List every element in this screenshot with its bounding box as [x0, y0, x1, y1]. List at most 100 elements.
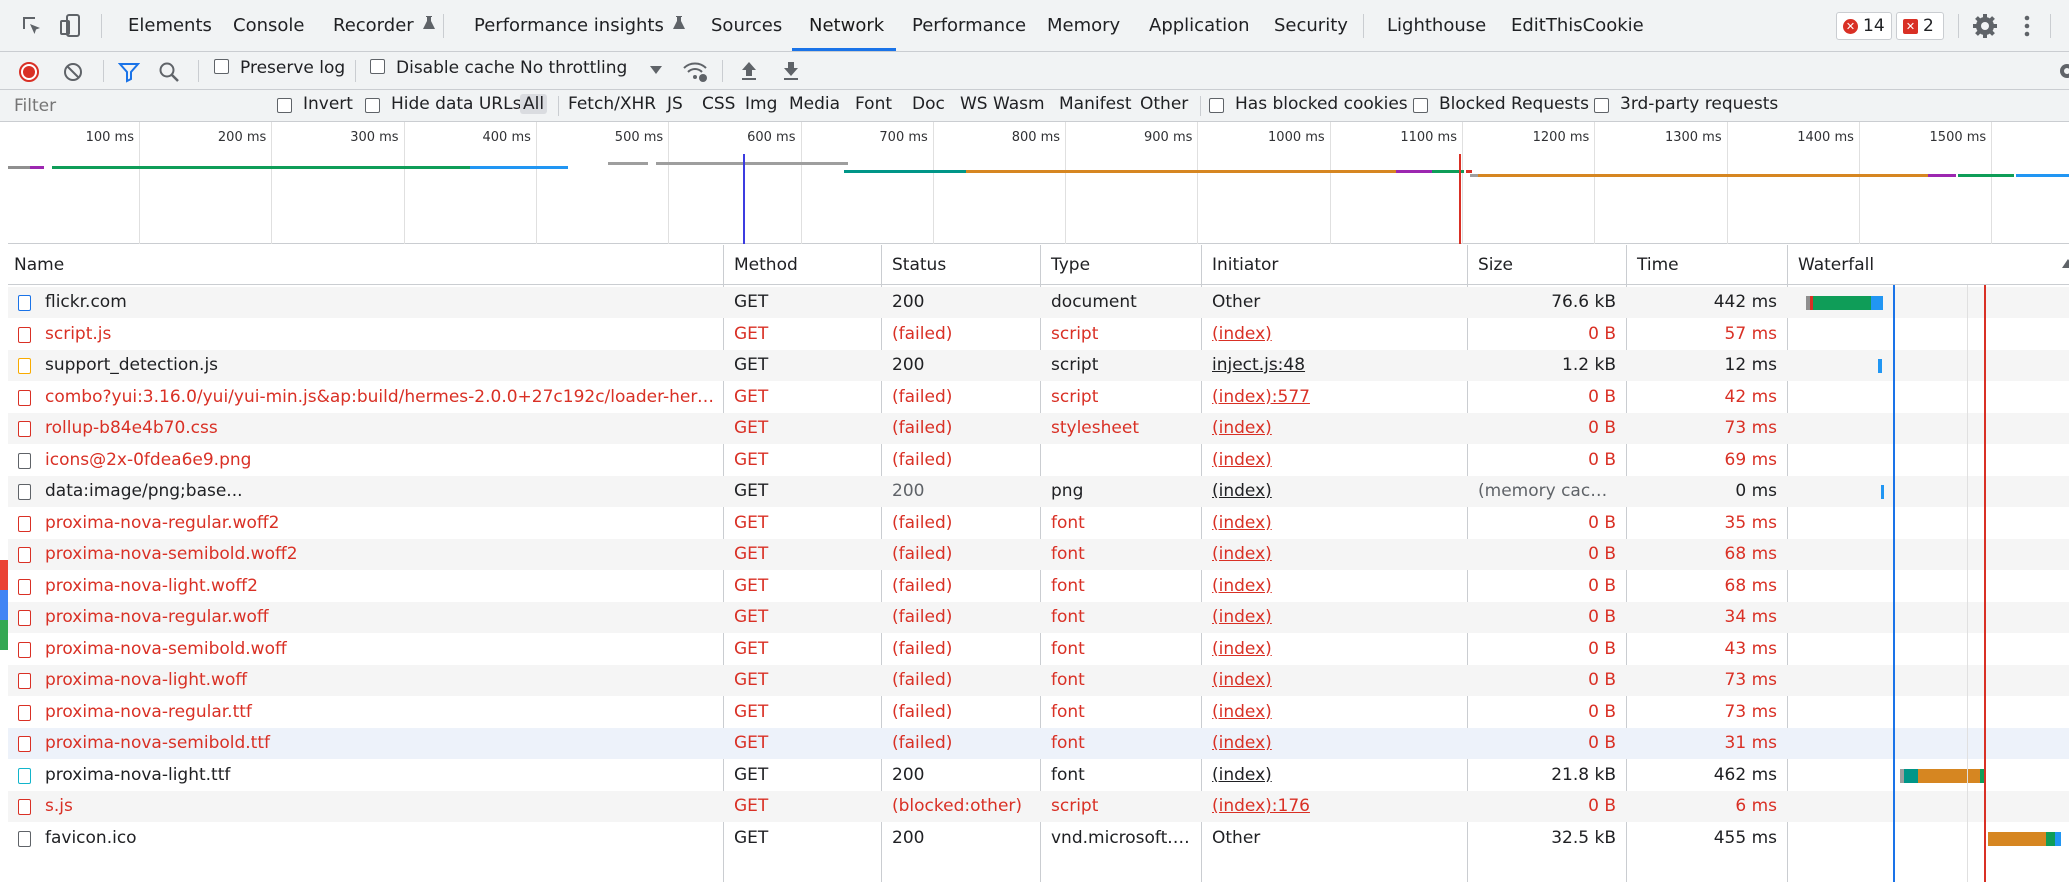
table-row[interactable]: proxima-nova-light.woff2 GET (failed) font (…	[8, 571, 2069, 602]
blocked-requests-checkbox[interactable]	[1413, 98, 1428, 113]
search-button[interactable]	[158, 61, 180, 83]
error-badge[interactable]: ✕ 14	[1836, 12, 1892, 40]
table-row[interactable]: favicon.ico GET 200 vnd.microsoft.icon Other…	[8, 823, 2069, 854]
cell-initiator[interactable]: (index)	[1212, 760, 1458, 791]
cell-initiator[interactable]: (index)	[1212, 665, 1458, 696]
overview-tick-label: 400 ms	[482, 130, 531, 145]
type-filter-manifest[interactable]: Manifest	[1059, 94, 1132, 114]
type-filter-ws[interactable]: WS	[960, 94, 988, 114]
table-row[interactable]: proxima-nova-regular.woff GET (failed) font…	[8, 602, 2069, 633]
import-har-icon[interactable]	[739, 60, 759, 82]
hide-data-urls-checkbox[interactable]	[365, 98, 380, 113]
device-toolbar-icon[interactable]	[58, 13, 84, 39]
column-header-time[interactable]: Time	[1637, 245, 1679, 285]
tab-recorder[interactable]: Recorder	[333, 0, 436, 52]
cell-initiator[interactable]: (index)	[1212, 571, 1458, 602]
tab-console[interactable]: Console	[233, 0, 304, 52]
cell-type: script	[1051, 386, 1099, 407]
tab-elements[interactable]: Elements	[128, 0, 212, 52]
preserve-log-checkbox[interactable]	[214, 59, 229, 74]
cell-time: 57 ms	[1724, 323, 1777, 344]
network-conditions-icon[interactable]	[682, 60, 708, 84]
cell-size: 0 B	[1588, 701, 1616, 722]
table-row[interactable]: icons@2x-0fdea6e9.png GET (failed) (index) 0…	[8, 445, 2069, 476]
type-filter-wasm[interactable]: Wasm	[993, 94, 1045, 114]
cell-initiator[interactable]: (index)	[1212, 539, 1458, 570]
type-filter-other[interactable]: Other	[1140, 94, 1188, 114]
clear-button[interactable]	[63, 62, 83, 82]
cell-type: font	[1051, 701, 1085, 722]
column-header-initiator[interactable]: Initiator	[1212, 245, 1278, 285]
tab-sources[interactable]: Sources	[711, 0, 782, 52]
column-header-type[interactable]: Type	[1051, 245, 1090, 285]
tab-editthiscookie[interactable]: EditThisCookie	[1511, 0, 1644, 52]
cell-initiator[interactable]: inject.js:48	[1212, 350, 1458, 381]
type-filter-css[interactable]: CSS	[702, 94, 735, 114]
table-row[interactable]: s.js GET (blocked:other) script (index):176 0…	[8, 791, 2069, 822]
cell-initiator[interactable]: (index)	[1212, 728, 1458, 759]
cell-initiator[interactable]: (index)	[1212, 445, 1458, 476]
has-blocked-cookies-checkbox[interactable]	[1209, 98, 1224, 113]
table-row[interactable]: proxima-nova-semibold.woff GET (failed) fon…	[8, 634, 2069, 665]
cell-initiator[interactable]: (index)	[1212, 697, 1458, 728]
more-options-icon[interactable]	[2014, 13, 2040, 39]
type-filter-js[interactable]: JS	[667, 94, 683, 114]
devtools-tab-bar: Elements Console Recorder Performance insig…	[0, 0, 2069, 52]
cell-initiator[interactable]: (index)	[1212, 476, 1458, 507]
network-settings-gear-icon[interactable]	[2056, 60, 2069, 82]
table-row[interactable]: proxima-nova-semibold.ttf GET (failed) font…	[8, 728, 2069, 759]
table-row[interactable]: proxima-nova-light.ttf GET 200 font (index) 2…	[8, 760, 2069, 791]
tab-network[interactable]: Network	[809, 0, 884, 52]
disable-cache-checkbox[interactable]	[370, 59, 385, 74]
cell-initiator[interactable]: (index)	[1212, 319, 1458, 350]
table-row[interactable]: proxima-nova-regular.woff2 GET (failed) fon…	[8, 508, 2069, 539]
cell-status: (failed)	[892, 670, 953, 690]
tab-performance[interactable]: Performance	[912, 0, 1026, 52]
filter-input[interactable]	[8, 93, 258, 119]
table-row[interactable]: flickr.com GET 200 document Other 76.6 kB 442 …	[8, 287, 2069, 318]
tab-memory[interactable]: Memory	[1047, 0, 1120, 52]
throttling-select[interactable]: No throttling	[520, 56, 662, 84]
cell-method: GET	[734, 575, 769, 596]
cell-initiator[interactable]: (index)	[1212, 602, 1458, 633]
tab-performance-insights[interactable]: Performance insights	[474, 0, 686, 52]
column-header-method[interactable]: Method	[734, 245, 798, 285]
type-filter-media[interactable]: Media	[789, 94, 840, 114]
table-row[interactable]: combo?yui:3.16.0/yui/yui-min.js&ap:build…	[8, 382, 2069, 413]
table-row[interactable]: proxima-nova-regular.ttf GET (failed) font (…	[8, 697, 2069, 728]
type-filter-doc[interactable]: Doc	[912, 94, 945, 114]
tab-security[interactable]: Security	[1274, 0, 1348, 52]
issue-badge[interactable]: ✕ 2	[1896, 12, 1944, 40]
type-filter-all[interactable]: All	[520, 94, 548, 114]
table-row[interactable]: proxima-nova-light.woff GET (failed) font (i…	[8, 665, 2069, 696]
timeline-overview[interactable]: 100 ms 200 ms 300 ms 400 ms 500 ms 600 ms 700 …	[8, 122, 2069, 244]
tab-lighthouse[interactable]: Lighthouse	[1387, 0, 1486, 52]
column-header-waterfall[interactable]: Waterfall	[1798, 245, 1874, 285]
overview-gridline	[1991, 122, 1993, 244]
filter-toggle-button[interactable]	[117, 61, 141, 83]
cell-initiator[interactable]: (index)	[1212, 508, 1458, 539]
table-row[interactable]: data:image/png;base... GET 200 png (index) (m…	[8, 476, 2069, 507]
cell-initiator[interactable]: (index)	[1212, 413, 1458, 444]
type-filter-fetch-xhr[interactable]: Fetch/XHR	[568, 94, 656, 114]
tab-application[interactable]: Application	[1149, 0, 1250, 52]
invert-checkbox[interactable]	[277, 98, 292, 113]
table-row[interactable]: rollup-b84e4b70.css GET (failed) stylesheet…	[8, 413, 2069, 444]
type-filter-img[interactable]: Img	[745, 94, 777, 114]
inspect-element-icon[interactable]	[20, 14, 44, 38]
table-row[interactable]: proxima-nova-semibold.woff2 GET (failed) fo…	[8, 539, 2069, 570]
cell-initiator[interactable]: (index)	[1212, 634, 1458, 665]
column-header-size[interactable]: Size	[1478, 245, 1513, 285]
table-row[interactable]: script.js GET (failed) script (index) 0 B 57 m…	[8, 319, 2069, 350]
cell-method: GET	[734, 481, 769, 501]
cell-initiator[interactable]: (index):176	[1212, 791, 1458, 822]
cell-initiator[interactable]: (index):577	[1212, 382, 1458, 413]
type-filter-font[interactable]: Font	[855, 94, 892, 114]
column-header-status[interactable]: Status	[892, 245, 946, 285]
column-header-name[interactable]: Name	[14, 245, 64, 285]
third-party-requests-checkbox[interactable]	[1594, 98, 1609, 113]
settings-gear-icon[interactable]	[1972, 13, 1998, 39]
table-row[interactable]: support_detection.js GET 200 script inject.j…	[8, 350, 2069, 381]
record-button[interactable]	[19, 62, 39, 82]
export-har-icon[interactable]	[781, 60, 801, 82]
